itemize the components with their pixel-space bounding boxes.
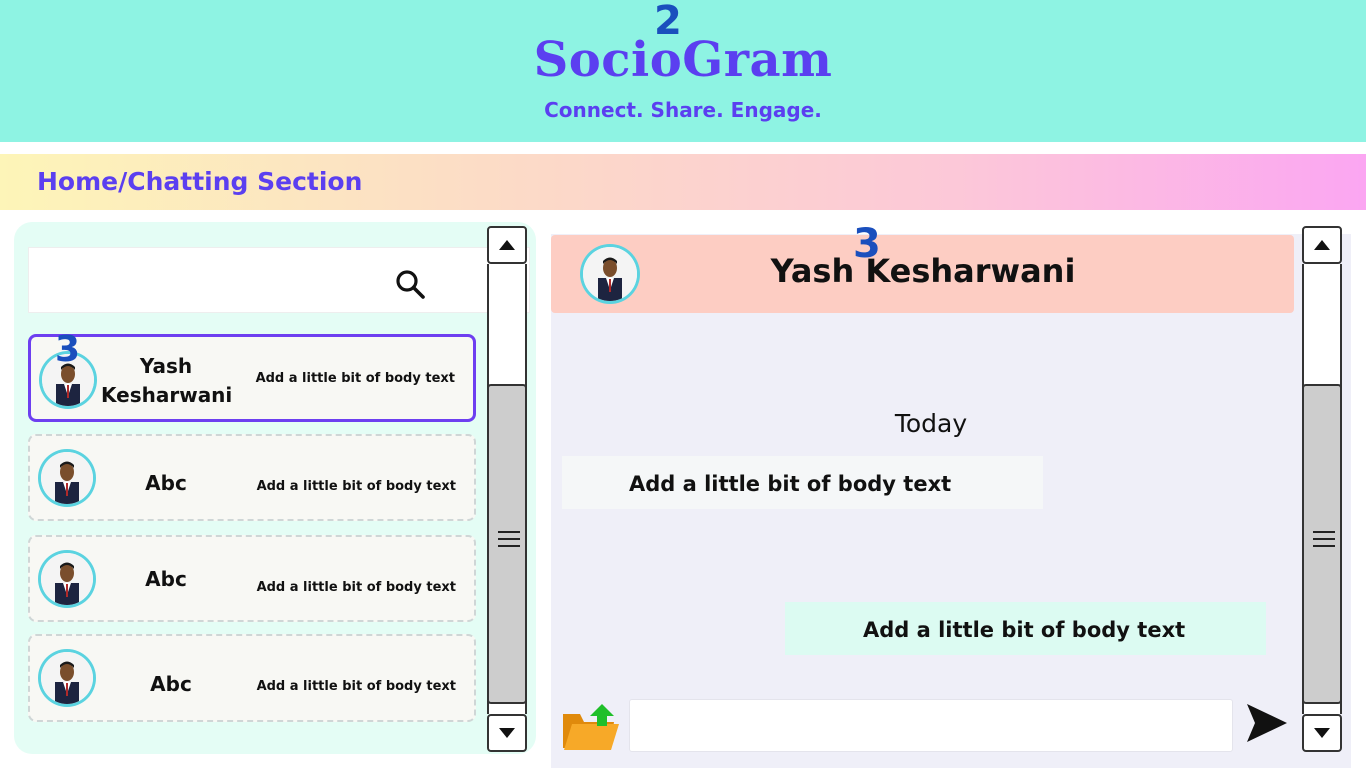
menu-grip-icon bbox=[498, 545, 520, 547]
triangle-down-icon bbox=[1314, 728, 1330, 738]
contact-name: Abc bbox=[145, 567, 187, 591]
app-logo-title: SocioGram bbox=[533, 32, 833, 88]
message-text: Add a little bit of body text bbox=[629, 472, 952, 496]
menu-grip-icon bbox=[1313, 545, 1335, 547]
breadcrumb-bar: Home/Chatting Section bbox=[0, 154, 1366, 210]
contact-preview: Add a little bit of body text bbox=[256, 580, 456, 595]
annotation-badge: 3 bbox=[55, 329, 81, 370]
contact-item[interactable]: Abc Add a little bit of body text bbox=[28, 535, 476, 622]
search-icon[interactable] bbox=[394, 268, 426, 300]
scroll-down-button[interactable] bbox=[487, 714, 527, 752]
menu-grip-icon bbox=[1313, 538, 1335, 540]
person-photo bbox=[41, 452, 93, 504]
app-header: 2 SocioGram Connect. Share. Engage. bbox=[0, 0, 1366, 142]
folder-upload-icon[interactable] bbox=[562, 702, 620, 752]
scroll-up-button[interactable] bbox=[487, 226, 527, 264]
triangle-up-icon bbox=[1314, 240, 1330, 250]
breadcrumb: Home/Chatting Section bbox=[37, 167, 363, 196]
contact-name: Abc bbox=[150, 672, 192, 696]
contact-item[interactable]: Yash Kesharwani Add a little bit of body… bbox=[28, 334, 476, 422]
message-outgoing: Add a little bit of body text bbox=[785, 602, 1266, 655]
contact-preview: Add a little bit of body text bbox=[256, 479, 456, 494]
triangle-down-icon bbox=[499, 728, 515, 738]
day-divider: Today bbox=[894, 409, 968, 438]
app-tagline: Connect. Share. Engage. bbox=[544, 98, 822, 122]
scroll-up-button[interactable] bbox=[1302, 226, 1342, 264]
scroll-down-button[interactable] bbox=[1302, 714, 1342, 752]
avatar bbox=[38, 649, 96, 707]
contact-name: Yash Kesharwani bbox=[101, 354, 233, 407]
person-photo bbox=[41, 652, 93, 704]
contact-item[interactable]: Abc Add a little bit of body text bbox=[28, 634, 476, 722]
scrollbar-thumb[interactable] bbox=[487, 384, 527, 704]
message-input[interactable] bbox=[629, 699, 1233, 752]
triangle-up-icon bbox=[499, 240, 515, 250]
chat-avatar[interactable] bbox=[580, 244, 640, 304]
contact-item[interactable]: Abc Add a little bit of body text bbox=[28, 434, 476, 521]
avatar bbox=[38, 449, 96, 507]
annotation-badge: 3 bbox=[853, 221, 881, 267]
contact-preview: Add a little bit of body text bbox=[255, 371, 455, 386]
search-input[interactable] bbox=[28, 247, 530, 313]
avatar bbox=[38, 550, 96, 608]
menu-grip-icon bbox=[498, 531, 520, 533]
send-icon[interactable] bbox=[1245, 702, 1288, 744]
person-photo bbox=[41, 553, 93, 605]
message-incoming: Add a little bit of body text bbox=[562, 456, 1043, 509]
contacts-scrollbar[interactable] bbox=[487, 226, 527, 752]
message-text: Add a little bit of body text bbox=[863, 618, 1186, 642]
contact-preview: Add a little bit of body text bbox=[256, 679, 456, 694]
contact-name: Abc bbox=[145, 471, 187, 495]
person-photo bbox=[583, 247, 637, 301]
menu-grip-icon bbox=[498, 538, 520, 540]
chat-scrollbar[interactable] bbox=[1302, 226, 1342, 752]
chat-contact-name: Yash Kesharwani bbox=[770, 252, 1076, 290]
menu-grip-icon bbox=[1313, 531, 1335, 533]
scrollbar-thumb[interactable] bbox=[1302, 384, 1342, 704]
